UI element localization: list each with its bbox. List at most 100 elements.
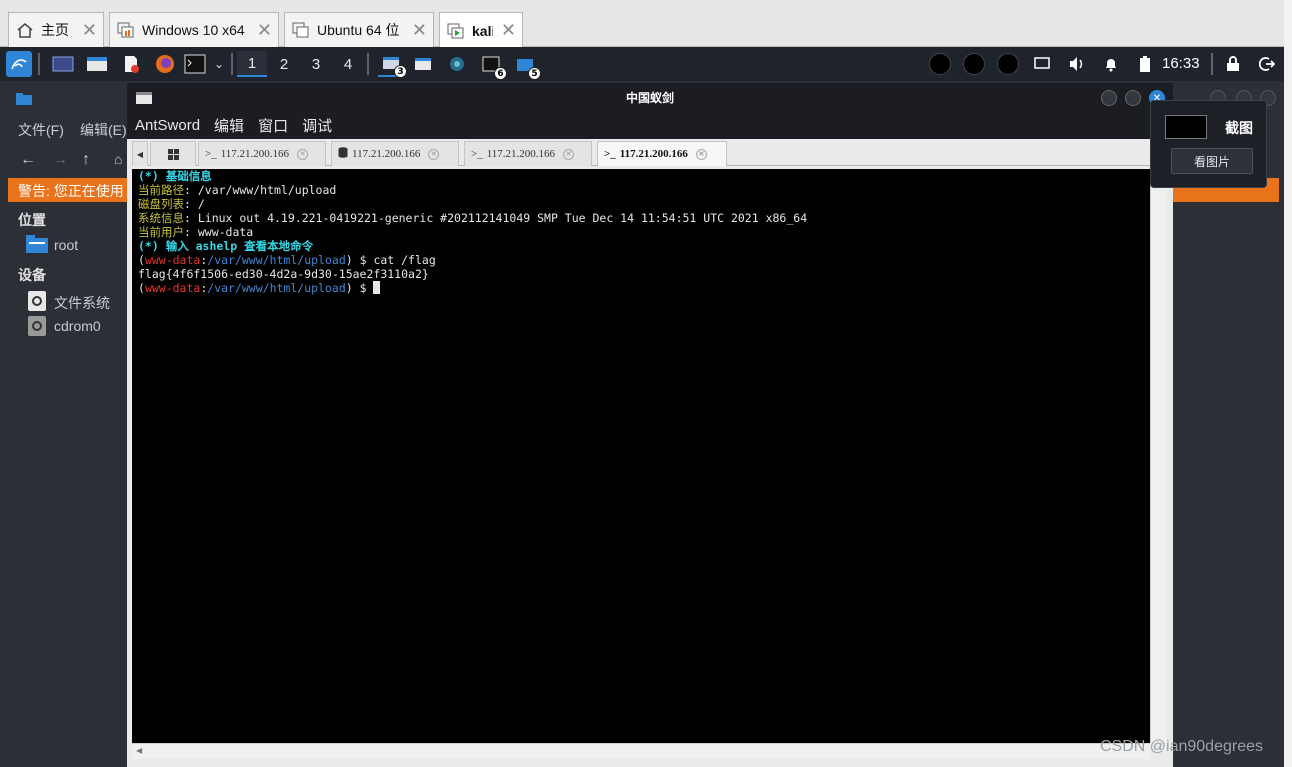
forward-icon[interactable]: → (52, 151, 68, 169)
workspace-4[interactable]: 4 (333, 51, 363, 77)
prompt-end: ) $ (345, 281, 374, 295)
vm-window-edge (1284, 0, 1292, 767)
panel-separator (1211, 53, 1213, 75)
tab-scroll-left-icon[interactable]: ◀ (132, 141, 148, 166)
prompt-path: /var/www/html/upload (207, 253, 346, 267)
workspace-3[interactable]: 3 (301, 51, 331, 77)
kali-menu-icon[interactable] (6, 51, 32, 77)
window-icon (136, 92, 152, 107)
tray-app-icon[interactable] (929, 53, 951, 75)
maximize-button[interactable] (1125, 90, 1141, 106)
sys-label: 系统信息 (138, 211, 184, 225)
vm-running-icon (446, 22, 466, 40)
vm-tab-ubuntu[interactable]: Ubuntu 64 位 ✕ (284, 12, 434, 47)
menu-window[interactable]: 窗口 (258, 115, 288, 136)
home-icon[interactable]: ⌂ (114, 151, 122, 167)
lock-icon[interactable] (1222, 53, 1244, 75)
taskbar-network-icon[interactable] (444, 51, 470, 77)
horizontal-scrollbar[interactable]: ◀ (132, 743, 1150, 759)
terminal-cursor (373, 281, 381, 294)
menu-file[interactable]: 文件(F) (18, 120, 64, 140)
cdrom-icon (28, 316, 46, 340)
tray-app-icon[interactable] (963, 53, 985, 75)
volume-icon[interactable] (1066, 53, 1088, 75)
folder-icon (26, 235, 48, 257)
workspace-2[interactable]: 2 (269, 51, 299, 77)
close-icon[interactable]: ✕ (501, 20, 516, 41)
tray-app-icon[interactable] (997, 53, 1019, 75)
screenshot-popup: 截图 看图片 (1150, 100, 1267, 188)
desktop-icon[interactable] (50, 51, 76, 77)
editor-icon[interactable] (118, 51, 144, 77)
tab-close-icon[interactable]: ✕ (297, 148, 309, 160)
taskbar-terminal-icon[interactable]: 6 (478, 51, 507, 80)
drive-icon (28, 291, 46, 315)
logout-icon[interactable] (1256, 53, 1278, 75)
grid-icon (167, 148, 179, 160)
vm-tab-windows[interactable]: Windows 10 x64 ✕ (109, 12, 279, 47)
battery-icon[interactable] (1134, 53, 1156, 75)
menu-antsword[interactable]: AntSword (135, 117, 200, 134)
tab-session-terminal[interactable]: >_ 117.21.200.166 ✕ (464, 141, 592, 166)
close-icon[interactable]: ✕ (82, 20, 97, 41)
vm-tab-kali[interactable]: kali ✕ (439, 12, 523, 48)
close-icon[interactable]: ✕ (412, 20, 427, 41)
taskbar-files-icon[interactable]: 5 (512, 51, 541, 80)
screenshot-title: 截图 (1225, 120, 1253, 136)
menu-edit[interactable]: 编辑 (214, 115, 244, 136)
terminal-icon: >_ (205, 148, 217, 160)
watermark: CSDN @ian90degrees (1100, 738, 1263, 755)
vm-tab-home[interactable]: 主页 ✕ (8, 12, 104, 47)
vm-tab-label: Windows 10 x64 (142, 22, 245, 38)
panel-separator (38, 53, 40, 75)
terminal-output[interactable]: (*) 基础信息 当前路径: /var/www/html/upload 磁盘列表… (132, 169, 1150, 743)
chevron-down-icon[interactable]: ⌄ (206, 51, 232, 77)
tab-home[interactable] (150, 141, 196, 166)
terminal-icon: >_ (471, 148, 483, 160)
files-icon[interactable] (84, 51, 110, 77)
menu-edit[interactable]: 编辑(E) (80, 120, 126, 140)
tab-session-database[interactable]: 117.21.200.166 ✕ (331, 141, 459, 166)
terminal-icon[interactable] (182, 51, 208, 77)
tab-close-icon[interactable]: ✕ (428, 148, 440, 160)
vm-icon (291, 21, 311, 39)
bell-icon[interactable] (1100, 53, 1122, 75)
tab-close-icon[interactable]: ✕ (695, 148, 707, 160)
tab-label: 117.21.200.166 (486, 148, 556, 160)
screenshot-thumbnail[interactable] (1165, 115, 1207, 139)
warning-banner: 警告: 您正在使用 (8, 178, 127, 202)
home-icon (15, 21, 35, 39)
tab-close-icon[interactable]: ✕ (563, 148, 575, 160)
session-tab-bar: ◀ >_ 117.21.200.166 ✕ 117.21.200.166 ✕ >… (132, 141, 1167, 166)
disk-value: : / (184, 197, 205, 211)
user-value: : www-data (184, 225, 254, 239)
minimize-button[interactable] (1101, 90, 1117, 106)
taskbar-window-group-icon[interactable]: 3 (378, 51, 407, 78)
up-icon[interactable]: ↑ (82, 151, 90, 169)
device-cdrom[interactable]: cdrom0 (54, 318, 101, 334)
database-icon (338, 147, 348, 161)
close-icon[interactable]: ✕ (257, 20, 272, 41)
workspace-1[interactable]: 1 (237, 51, 267, 77)
tab-label: 117.21.200.166 (619, 148, 688, 160)
prompt-user: www-data (144, 281, 201, 295)
command-line: ) $ cat /flag (345, 253, 436, 267)
view-image-button[interactable]: 看图片 (1171, 148, 1253, 174)
taskbar-window-icon[interactable] (410, 51, 436, 77)
tab-session-terminal[interactable]: >_ 117.21.200.166 ✕ (198, 141, 326, 166)
prompt-user: www-data (144, 253, 201, 267)
window-titlebar[interactable]: 中国蚁剑 ✕ (127, 83, 1173, 111)
menu-bar: AntSword 编辑 窗口 调试 (127, 111, 1173, 139)
scroll-left-icon[interactable]: ◀ (136, 746, 142, 755)
vm-tab-label: 主页 (41, 22, 69, 38)
clock[interactable]: 16:33 (1162, 55, 1200, 72)
firefox-icon[interactable] (152, 51, 178, 77)
network-icon[interactable] (1031, 53, 1053, 75)
path-label: 当前路径 (138, 183, 184, 197)
back-icon[interactable]: ← (20, 151, 36, 169)
menu-debug[interactable]: 调试 (302, 115, 332, 136)
tab-session-terminal-active[interactable]: >_ 117.21.200.166 ✕ (597, 141, 727, 166)
device-filesystem[interactable]: 文件系统 (54, 293, 110, 313)
vertical-scrollbar[interactable] (1150, 169, 1167, 743)
places-root[interactable]: root (54, 237, 78, 253)
